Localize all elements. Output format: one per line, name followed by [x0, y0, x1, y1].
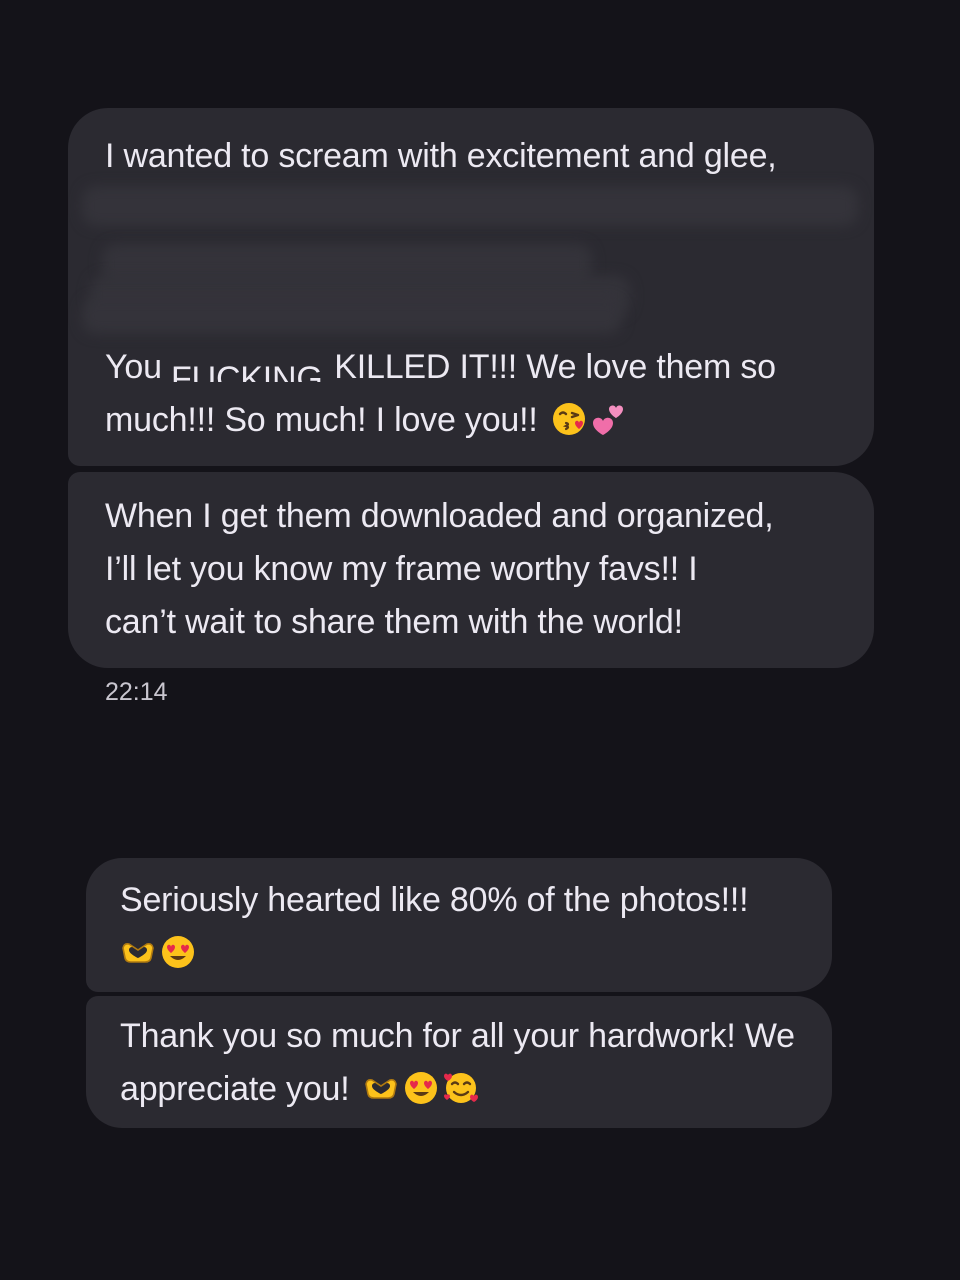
- heart-hands-icon: [363, 1070, 399, 1106]
- message-text-fragment: You: [105, 348, 172, 386]
- message-text-line: I’ll let you know my frame worthy favs!!…: [105, 550, 698, 588]
- message-text-line: appreciate you!: [120, 1063, 802, 1116]
- message-text-line: can’t wait to share them with the world!: [105, 603, 683, 641]
- message-text-fragment: appreciate you!: [120, 1070, 350, 1108]
- smiling-face-with-hearts-icon: [443, 1070, 479, 1106]
- message-bubble[interactable]: Seriously hearted like 80% of the photos…: [86, 858, 832, 992]
- emoji-line: [120, 927, 802, 980]
- message-text-line: much!!! So much! I love you!!: [105, 394, 627, 447]
- heart-hands-icon: [120, 934, 156, 970]
- message-bubble[interactable]: When I get them downloaded and organized…: [68, 472, 874, 668]
- kissing-face-with-heart-icon: [551, 401, 587, 437]
- censored-word: FUCKING: [171, 360, 323, 382]
- message-bubble[interactable]: Thank you so much for all your hardwork!…: [86, 996, 832, 1128]
- message-text-line: Thank you so much for all your hardwork!…: [120, 1017, 795, 1055]
- message-timestamp: 22:14: [105, 678, 168, 706]
- message-text-line: When I get them downloaded and organized…: [105, 497, 774, 535]
- message-thread: I wanted to scream with excitement and g…: [0, 0, 960, 1280]
- redacted-text-block: [82, 298, 622, 334]
- heart-eyes-face-icon: [160, 934, 196, 970]
- two-hearts-icon: [591, 401, 627, 437]
- message-bubble[interactable]: I wanted to scream with excitement and g…: [68, 108, 874, 466]
- heart-eyes-face-icon: [403, 1070, 439, 1106]
- message-text-fragment: KILLED IT!!! We love them so: [325, 348, 776, 386]
- message-text-line: Seriously hearted like 80% of the photos…: [120, 881, 749, 919]
- message-text-line: I wanted to scream with excitement and g…: [105, 137, 777, 175]
- message-text-line: You FUCKING KILLED IT!!! We love them so: [105, 341, 776, 394]
- message-text-fragment: much!!! So much! I love you!!: [105, 401, 538, 439]
- redacted-text-block: [82, 186, 858, 226]
